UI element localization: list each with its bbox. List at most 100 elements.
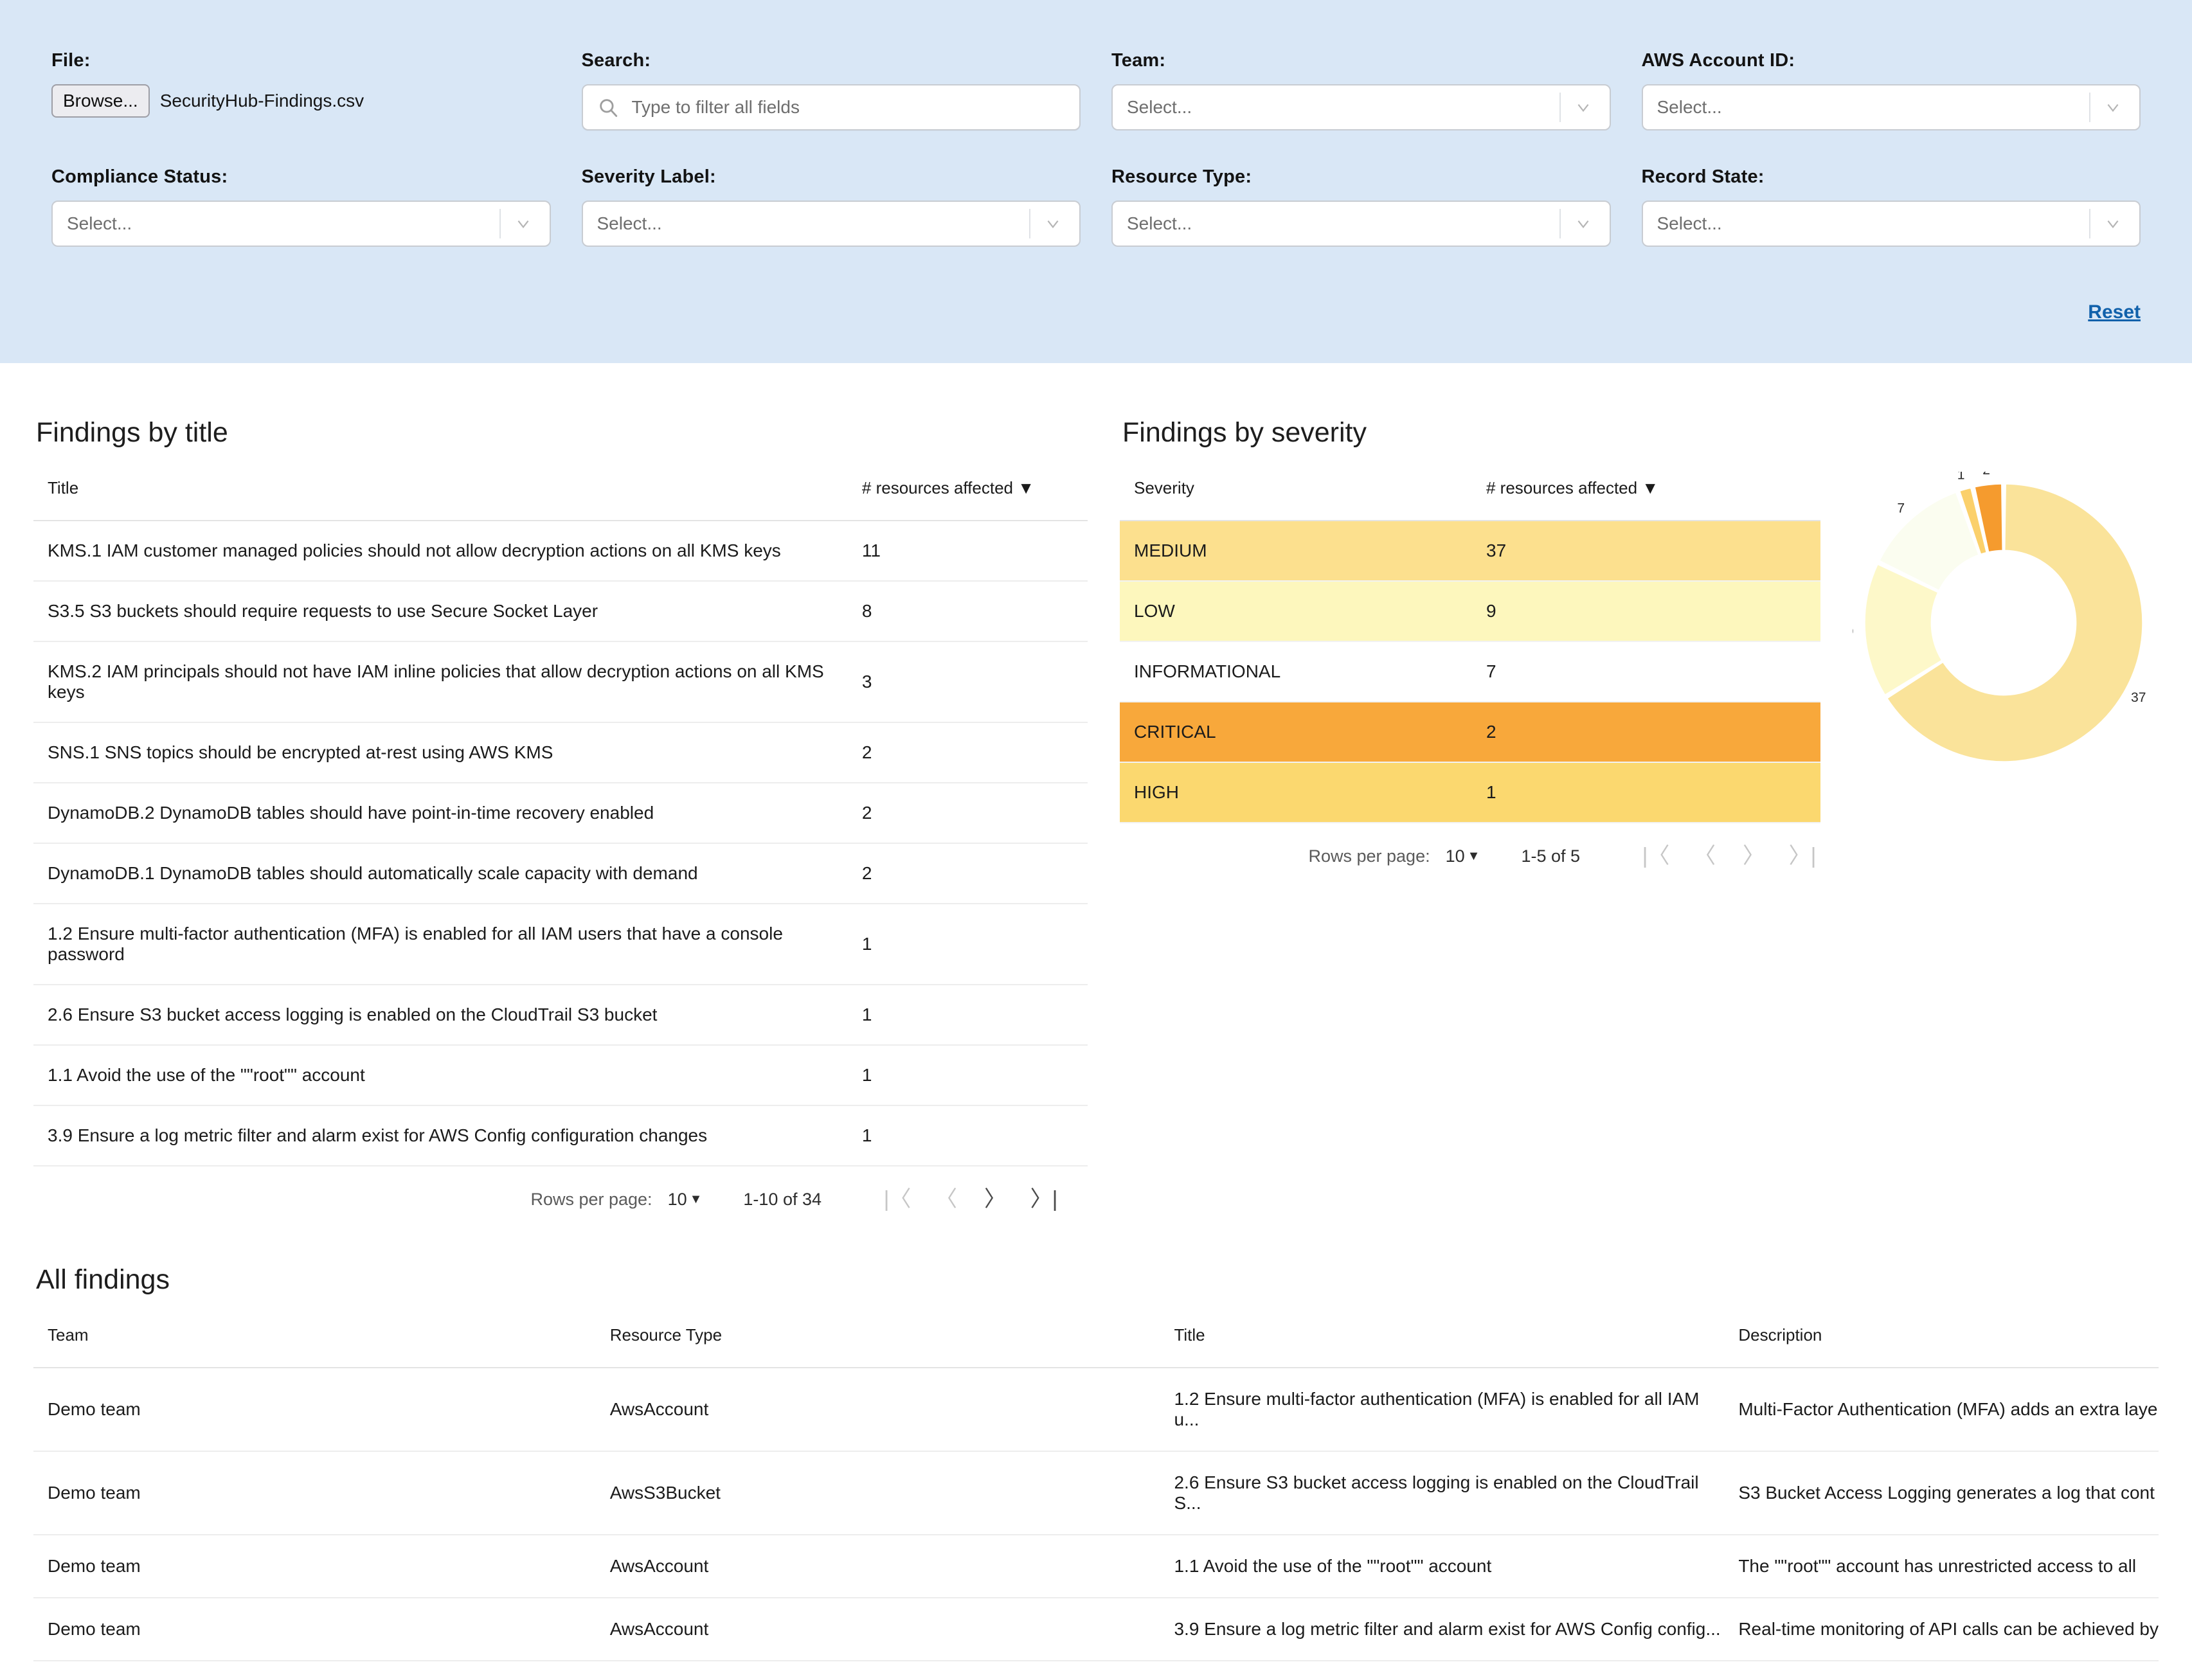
donut-slice-label: 2 [1982, 472, 1990, 478]
browse-button[interactable]: Browse... [51, 84, 150, 118]
previous-page-button[interactable]: 〈 [1680, 845, 1729, 867]
column-header-title[interactable]: Title [1160, 1325, 1724, 1368]
cell-title: 2.6 Ensure S3 bucket access logging is e… [1160, 1451, 1724, 1535]
file-input-row: Browse... SecurityHub-Findings.csv [51, 84, 551, 118]
findings-by-title-heading: Findings by title [36, 417, 1120, 449]
cell-severity: MEDIUM [1120, 521, 1486, 581]
record-state-select[interactable]: Select... [1642, 201, 2141, 247]
search-label: Search: [582, 50, 1081, 71]
team-label: Team: [1111, 50, 1611, 71]
next-page-button[interactable]: 〉 [971, 1188, 1020, 1210]
table-row[interactable]: INFORMATIONAL7 [1120, 641, 1820, 702]
caret-down-icon: ▼ [1468, 849, 1480, 864]
search-field: Search: [582, 50, 1081, 130]
column-header-resources-affected[interactable]: # resources affected ▼ [1486, 478, 1820, 521]
cell-team: Demo team [33, 1598, 596, 1661]
chevron-down-icon [2105, 215, 2121, 232]
cell-resources-affected: 11 [862, 521, 1088, 581]
team-select-arrow-box[interactable] [1559, 93, 1606, 122]
table-row[interactable]: Demo teamAwsAccount1.2 Ensure multi-fact… [33, 1368, 2159, 1451]
first-page-button[interactable]: |〈 [1631, 845, 1680, 867]
cell-resources-affected: 1 [862, 904, 1088, 985]
table-header-row: Severity # resources affected ▼ [1120, 478, 1820, 521]
aws-account-id-select-arrow-box[interactable] [2089, 93, 2135, 122]
findings-by-severity-heading: Findings by severity [1122, 417, 2155, 449]
resource-type-label: Resource Type: [1111, 166, 1611, 188]
column-header-team[interactable]: Team [33, 1325, 596, 1368]
table-row[interactable]: SNS.1 SNS topics should be encrypted at-… [33, 722, 1088, 783]
table-row[interactable]: S3.5 S3 buckets should require requests … [33, 581, 1088, 641]
last-page-button[interactable]: 〉| [1020, 1188, 1068, 1210]
table-row[interactable]: Demo teamAwsAccount3.9 Ensure a log metr… [33, 1598, 2159, 1661]
record-state-select-arrow-box[interactable] [2089, 209, 2135, 238]
cell-description: S3 Bucket Access Logging generates a log… [1724, 1451, 2159, 1535]
cell-title: 3.9 Ensure a log metric filter and alarm… [1160, 1598, 1724, 1661]
table-row[interactable]: KMS.1 IAM customer managed policies shou… [33, 521, 1088, 581]
reset-link[interactable]: Reset [2088, 301, 2141, 323]
cell-title: DynamoDB.1 DynamoDB tables should automa… [33, 843, 862, 904]
cell-description: Multi-Factor Authentication (MFA) adds a… [1724, 1368, 2159, 1451]
cell-title: SNS.1 SNS topics should be encrypted at-… [33, 722, 862, 783]
table-row[interactable]: KMS.2 IAM principals should not have IAM… [33, 641, 1088, 722]
rows-per-page-label: Rows per page: [530, 1190, 652, 1210]
caret-down-icon: ▼ [690, 1192, 703, 1207]
table-row[interactable]: DynamoDB.2 DynamoDB tables should have p… [33, 783, 1088, 843]
resource-type-field: Resource Type: Select... [1111, 130, 1611, 247]
compliance-status-select-arrow-box[interactable] [499, 209, 546, 238]
chevron-down-icon [1575, 99, 1592, 116]
last-page-button[interactable]: 〉| [1778, 845, 1827, 867]
chevron-down-icon [515, 215, 532, 232]
aws-account-id-select-value: Select... [1657, 97, 1722, 118]
table-row[interactable]: 2.6 Ensure S3 bucket access logging is e… [33, 985, 1088, 1045]
table-row[interactable]: 3.9 Ensure a log metric filter and alarm… [33, 1105, 1088, 1166]
aws-account-id-select[interactable]: Select... [1642, 84, 2141, 130]
table-row[interactable]: 1.1 Avoid the use of the ""root"" accoun… [33, 1045, 1088, 1105]
findings-by-title-tbody: KMS.1 IAM customer managed policies shou… [33, 521, 1088, 1166]
pagination-range: 1-5 of 5 [1521, 846, 1580, 866]
severity-label-select[interactable]: Select... [582, 201, 1081, 247]
table-row[interactable]: HIGH1 [1120, 762, 1820, 823]
table-row[interactable]: Demo teamAwsAccount1.1 Avoid the use of … [33, 1535, 2159, 1598]
rows-per-page-select[interactable]: 10 ▼ [668, 1190, 703, 1210]
compliance-status-select[interactable]: Select... [51, 201, 551, 247]
severity-layout: Severity # resources affected ▼ MEDIUM37… [1120, 478, 2155, 823]
all-findings-thead: Team Resource Type Title Description [33, 1325, 2159, 1368]
column-header-resources-affected[interactable]: # resources affected ▼ [862, 478, 1088, 521]
findings-by-title-pagination: Rows per page: 10 ▼ 1-10 of 34 |〈 〈 〉 〉| [33, 1166, 1088, 1210]
search-input[interactable] [631, 96, 1066, 118]
team-select[interactable]: Select... [1111, 84, 1611, 130]
resource-type-select-arrow-box[interactable] [1559, 209, 1606, 238]
column-header-resource-type[interactable]: Resource Type [596, 1325, 1160, 1368]
record-state-field: Record State: Select... [1642, 130, 2141, 247]
content-area: Findings by title Title # resources affe… [0, 363, 2192, 1661]
table-row[interactable]: MEDIUM37 [1120, 521, 1820, 581]
table-row[interactable]: DynamoDB.1 DynamoDB tables should automa… [33, 843, 1088, 904]
cell-title: S3.5 S3 buckets should require requests … [33, 581, 862, 641]
first-page-button[interactable]: |〈 [873, 1188, 922, 1210]
cell-resources-affected: 1 [862, 1105, 1088, 1166]
next-page-button[interactable]: 〉 [1729, 845, 1778, 867]
search-icon [597, 96, 619, 118]
search-input-wrap[interactable] [582, 84, 1081, 130]
rows-per-page-value: 10 [1446, 846, 1465, 866]
rows-per-page-select[interactable]: 10 ▼ [1446, 846, 1480, 866]
table-row[interactable]: CRITICAL2 [1120, 702, 1820, 762]
column-header-title[interactable]: Title [33, 478, 862, 521]
severity-label-select-arrow-box[interactable] [1029, 209, 1075, 238]
column-header-severity[interactable]: Severity [1120, 478, 1486, 521]
column-header-description[interactable]: Description [1724, 1325, 2159, 1368]
record-state-select-value: Select... [1657, 213, 1722, 234]
table-row[interactable]: 1.2 Ensure multi-factor authentication (… [33, 904, 1088, 985]
filter-bar: File: Browse... SecurityHub-Findings.csv… [0, 0, 2192, 363]
table-row[interactable]: Demo teamAwsS3Bucket2.6 Ensure S3 bucket… [33, 1451, 2159, 1535]
table-row[interactable]: LOW9 [1120, 581, 1820, 641]
cell-team: Demo team [33, 1368, 596, 1451]
cell-severity: INFORMATIONAL [1120, 641, 1486, 702]
all-findings-panel: All findings Team Resource Type Title De… [33, 1264, 2159, 1661]
cell-resource-type: AwsS3Bucket [596, 1451, 1160, 1535]
resource-type-select[interactable]: Select... [1111, 201, 1611, 247]
cell-team: Demo team [33, 1535, 596, 1598]
previous-page-button[interactable]: 〈 [922, 1188, 971, 1210]
donut-slice-label: 37 [2131, 690, 2146, 705]
findings-by-severity-pagination: Rows per page: 10 ▼ 1-5 of 5 |〈 〈 〉 〉| [1120, 823, 1827, 867]
